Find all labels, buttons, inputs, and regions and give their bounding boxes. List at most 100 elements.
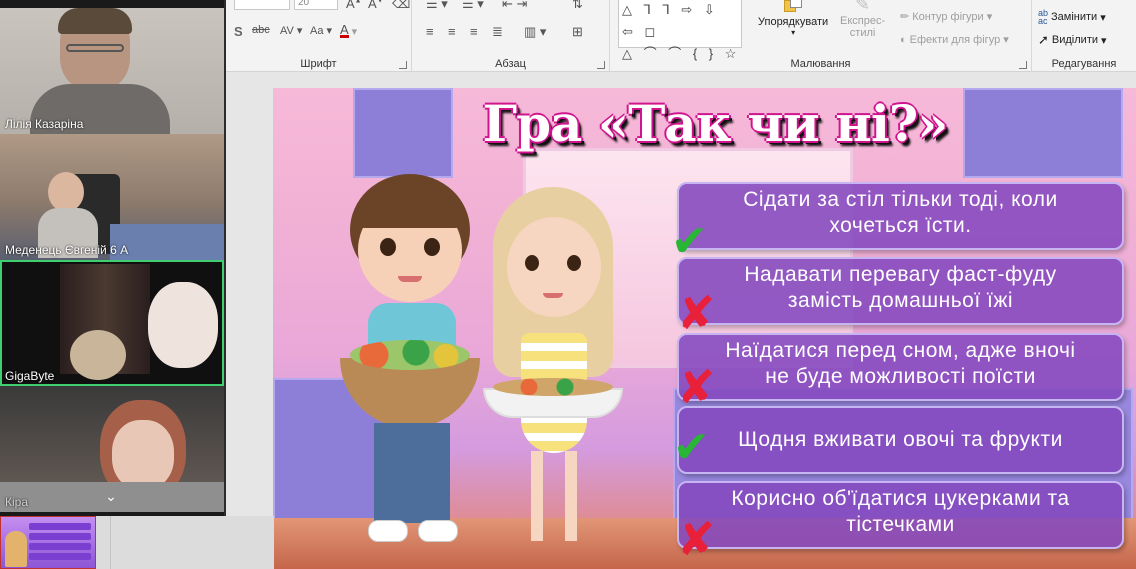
font-group-label: Шрифт (300, 58, 337, 70)
statement-5-line-2: тістечками (846, 513, 955, 536)
strikethrough-icon[interactable]: abc (252, 24, 270, 36)
ribbon: 20 A▲ A▼ ⌫ S abc AV ▾ Aa ▾ A ▾ Шрифт ☰ ▾ … (226, 0, 1136, 83)
statement-1-line-1: Сідати за стіл тільки тоді, коли (743, 188, 1058, 211)
align-center-icon[interactable]: ≡ (448, 24, 456, 39)
numbering-icon[interactable]: ☰ ▾ (462, 0, 484, 12)
align-center-glyph: ≡ (448, 24, 456, 39)
participant-1-name: Лілія Казаріна (5, 117, 84, 131)
quick-styles-icon: ✎ (855, 0, 871, 14)
shrink-font-icon[interactable]: A▼ (368, 0, 384, 11)
dropdown-arrow-icon: ▾ (351, 25, 358, 38)
shape-outline-button[interactable]: ✏ Контур фігури ▾ (900, 10, 992, 24)
upper-cabinet-left (353, 88, 453, 178)
slide-thumbnail[interactable] (0, 516, 96, 569)
participant-2-head (48, 172, 84, 212)
statement-card-5[interactable]: Корисно об'їдатися цукерками та тістечка… (677, 481, 1124, 549)
thumbnail-bar-1 (29, 523, 91, 530)
cross-icon-5: ✘ (677, 512, 716, 566)
shapes-row-1: △ ⅂ ⅂ ⇨ ⇩ ⇦ ◻ (622, 2, 719, 39)
drawing-group: △ ⅂ ⅂ ⇨ ⇩ ⇦ ◻ △ ⌒ ⌒ { } ☆ ▾ Упорядкувати… (610, 0, 1032, 83)
participant-3-pet (70, 330, 126, 380)
participant-3-face (148, 282, 218, 368)
shadow-icon[interactable]: S (234, 24, 243, 39)
shape-effects-button[interactable]: ◐ Ефекти для фігур ▾ (900, 33, 1009, 47)
participant-video-panel: Лілія Казаріна Меденець Євгеній 6 А Giga… (0, 0, 226, 516)
participant-1-hair (58, 8, 132, 34)
smartart-icon[interactable]: ⊞ (572, 24, 583, 40)
font-dialog-launcher-icon[interactable] (399, 61, 407, 69)
statement-card-3[interactable]: Наїдатися перед сном, адже вночі не буде… (677, 333, 1124, 401)
paragraph-group-label: Абзац (495, 58, 526, 70)
participant-tile-3-active-speaker[interactable]: GigaByte (0, 260, 224, 386)
paragraph-dialog-launcher-icon[interactable] (597, 61, 605, 69)
bullets-glyph: ☰ ▾ (426, 0, 448, 11)
statement-card-1[interactable]: Сідати за стіл тільки тоді, коли хочетьс… (677, 182, 1124, 250)
char-spacing-icon[interactable]: AV ▾ (280, 24, 302, 37)
arrange-button[interactable]: Упорядкувати ▾ (758, 0, 828, 37)
cursor-icon: ➚ (1038, 32, 1049, 47)
girl-illustration (483, 183, 633, 568)
arrange-icon (782, 0, 804, 16)
align-right-icon[interactable]: ≡ (470, 24, 478, 39)
chevron-down-icon[interactable]: ⌄ (100, 488, 122, 508)
splitter-line (110, 516, 111, 569)
slide[interactable]: Гра «Так чи ні?» Сідати за стіл тільки т… (273, 88, 1136, 569)
effects-icon: ◐ (900, 33, 907, 46)
shadow-glyph: S (234, 24, 243, 39)
numbering-glyph: ☰ ▾ (462, 0, 484, 11)
select-label: Виділити (1051, 34, 1098, 46)
clear-format-icon[interactable]: ⌫ (392, 0, 410, 12)
grow-font-glyph: A▲ (346, 0, 362, 11)
shape-outline-label: Контур фігури (912, 10, 984, 23)
font-color-icon[interactable]: A ▾ (340, 22, 358, 38)
font-name-field[interactable] (234, 0, 290, 10)
thumbnail-bar-2 (29, 533, 91, 540)
arrange-label: Упорядкувати (758, 16, 829, 28)
align-left-glyph: ≡ (426, 24, 434, 39)
statement-card-2[interactable]: Надавати перевагу фаст-фуду замість дома… (677, 257, 1124, 325)
panel-splitter[interactable] (96, 516, 274, 569)
thumbnail-kids (5, 531, 27, 567)
columns-icon[interactable]: ▥ ▾ (524, 24, 546, 40)
quick-styles-button[interactable]: ✎ Експрес- стилі (840, 0, 885, 39)
shrink-font-glyph: A▼ (368, 0, 384, 11)
grow-font-icon[interactable]: A▲ (346, 0, 362, 11)
participant-2-name: Меденець Євгеній 6 А (5, 243, 129, 257)
boy-illustration (328, 168, 498, 563)
paragraph-group: ☰ ▾ ☰ ▾ ⇤ ⇥ ⇅ ≡ ≡ ≡ ≣ ▥ ▾ ⊞ Абзац (412, 0, 610, 72)
eraser-glyph: ⌫ (392, 0, 411, 11)
font-size-value: 20 (298, 0, 310, 8)
slide-title: Гра «Так чи ні?» (482, 94, 949, 153)
participant-3-name: GigaByte (5, 369, 55, 383)
justify-glyph: ≣ (492, 24, 503, 39)
replace-dropdown-icon: ▾ (1100, 11, 1106, 24)
align-left-icon[interactable]: ≡ (426, 24, 434, 39)
change-case-icon[interactable]: Aa ▾ (310, 24, 332, 37)
statement-3-line-1: Наїдатися перед сном, адже вночі (725, 339, 1076, 362)
statement-card-4[interactable]: Щодня вживати овочі та фрукти (677, 406, 1124, 474)
editing-group: ab ac Замінити ▾ ➚ Виділити ▾ Редагування (1032, 0, 1136, 72)
replace-button[interactable]: ab ac Замінити ▾ (1038, 9, 1106, 26)
indent-icon[interactable]: ⇤ ⇥ (502, 0, 527, 12)
font-size-field[interactable]: 20 (294, 0, 338, 10)
participant-1-glasses (66, 44, 124, 52)
smartart-glyph: ⊞ (572, 24, 583, 39)
statement-5-line-1: Корисно об'їдатися цукерками та (731, 487, 1070, 510)
quick-styles-label-1: Експрес- (840, 15, 886, 27)
drawing-dialog-launcher-icon[interactable] (1019, 61, 1027, 69)
cross-icon-2: ✘ (677, 286, 716, 340)
shape-effects-label: Ефекти для фігур (909, 33, 1001, 46)
participant-tile-2[interactable]: Меденець Євгеній 6 А (0, 134, 224, 260)
statement-2-line-2: замість домашньої їжі (787, 289, 1014, 312)
participant-tile-1[interactable]: Лілія Казаріна (0, 8, 224, 134)
text-direction-icon[interactable]: ⇅ (572, 0, 583, 12)
font-color-glyph: A (340, 22, 349, 38)
replace-label: Замінити (1051, 11, 1098, 23)
bullets-icon[interactable]: ☰ ▾ (426, 0, 448, 12)
align-right-glyph: ≡ (470, 24, 478, 39)
statement-2-line-1: Надавати перевагу фаст-фуду (744, 263, 1057, 286)
editing-group-label: Редагування (1051, 58, 1117, 70)
select-button[interactable]: ➚ Виділити ▾ (1038, 32, 1107, 48)
shapes-gallery[interactable]: △ ⅂ ⅂ ⇨ ⇩ ⇦ ◻ △ ⌒ ⌒ { } ☆ ▾ (618, 0, 742, 83)
justify-icon[interactable]: ≣ (492, 24, 503, 40)
